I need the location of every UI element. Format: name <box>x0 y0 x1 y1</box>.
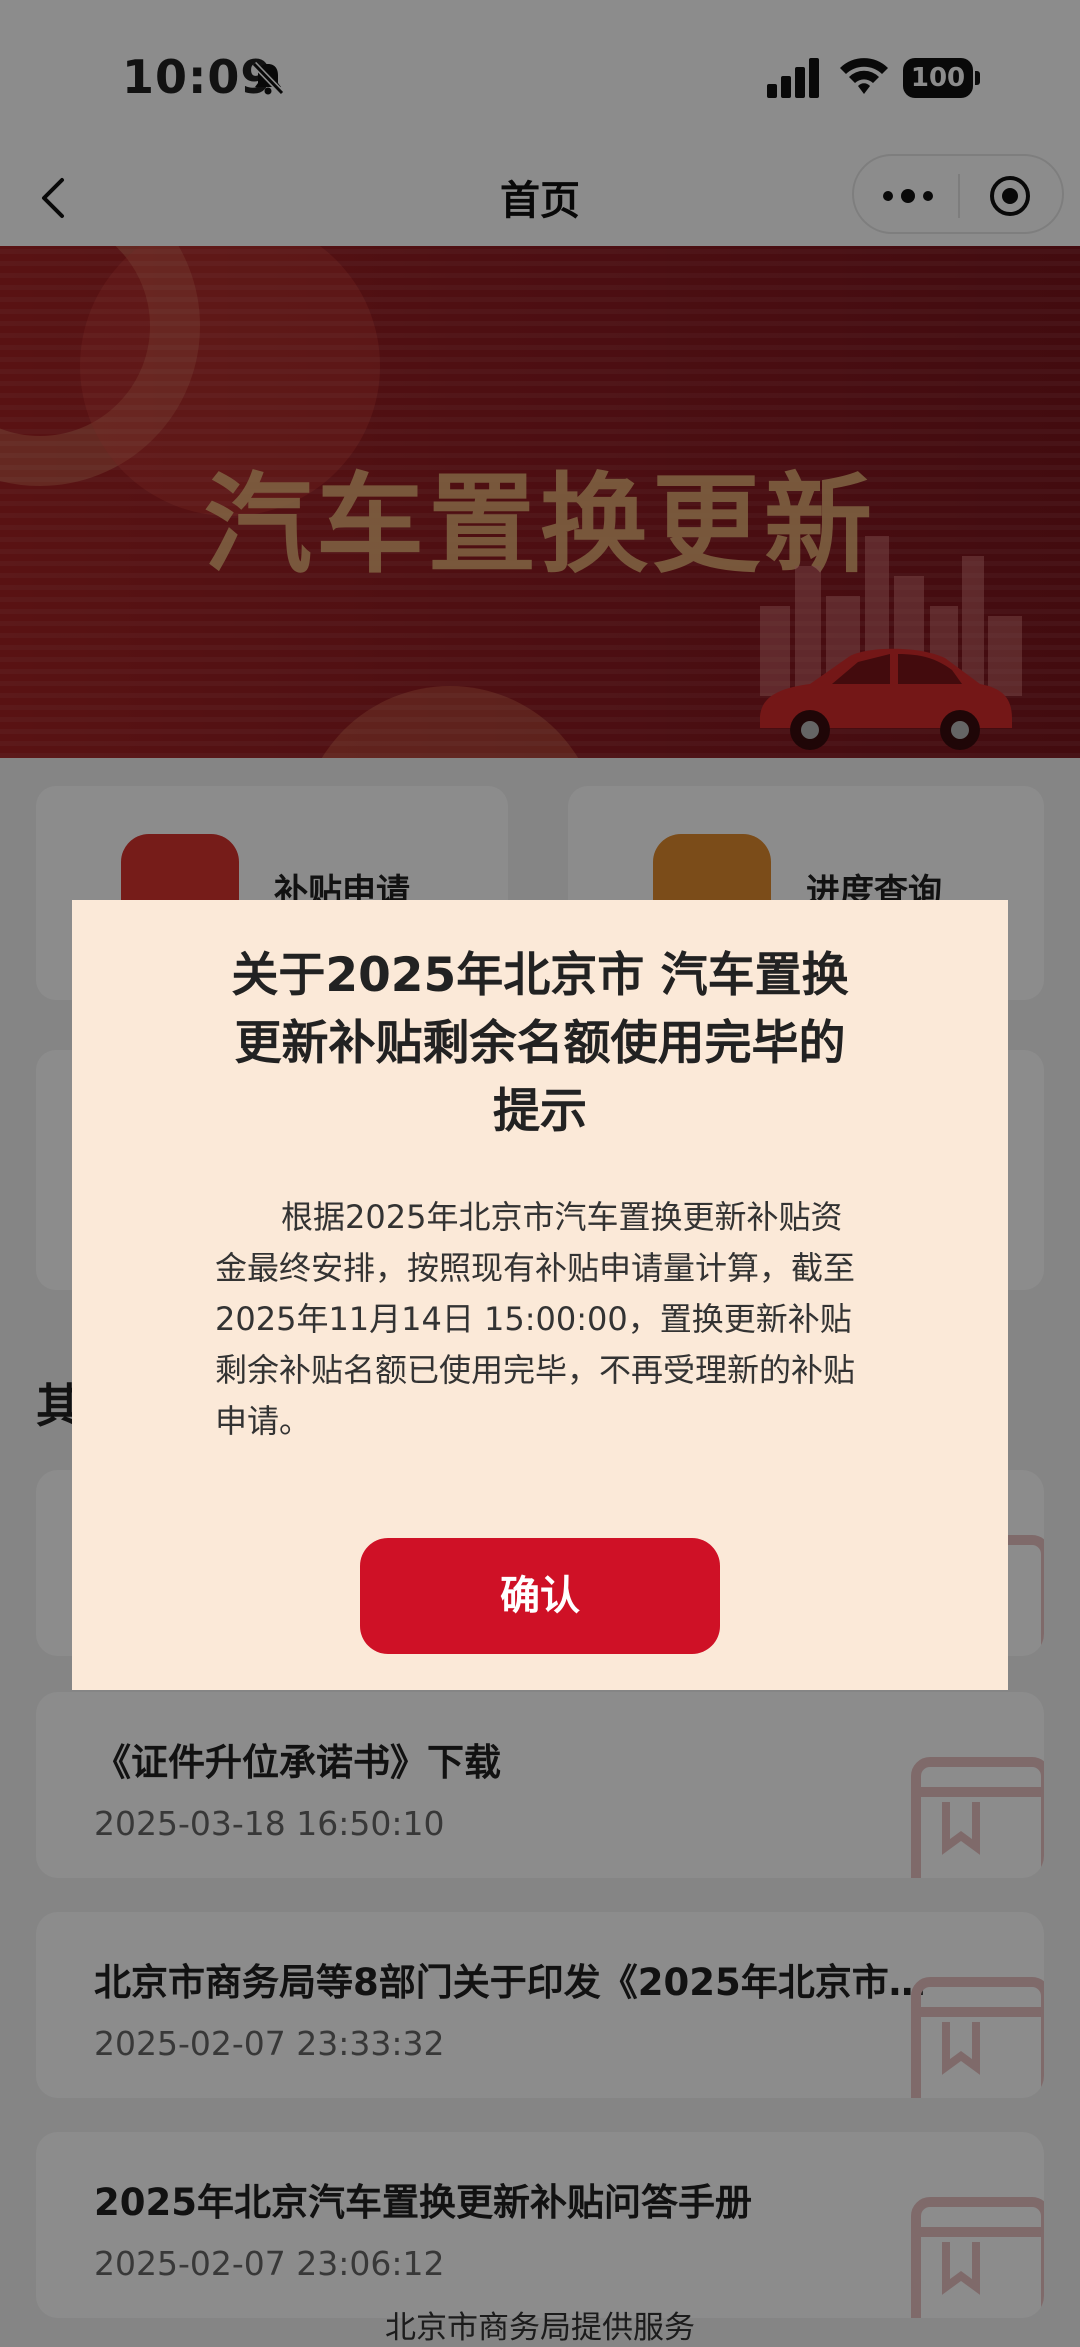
dialog-body: 根据2025年北京市汽车置换更新补贴资金最终安排，按照现有补贴申请量计算，截至2… <box>215 1198 856 1440</box>
confirm-button[interactable]: 确认 <box>360 1538 720 1654</box>
dialog-title: 关于2025年北京市 汽车置换更新补贴剩余名额使用完毕的提示 <box>231 948 849 1139</box>
notice-dialog: 关于2025年北京市 汽车置换更新补贴剩余名额使用完毕的提示 根据2025年北京… <box>72 900 1008 1690</box>
